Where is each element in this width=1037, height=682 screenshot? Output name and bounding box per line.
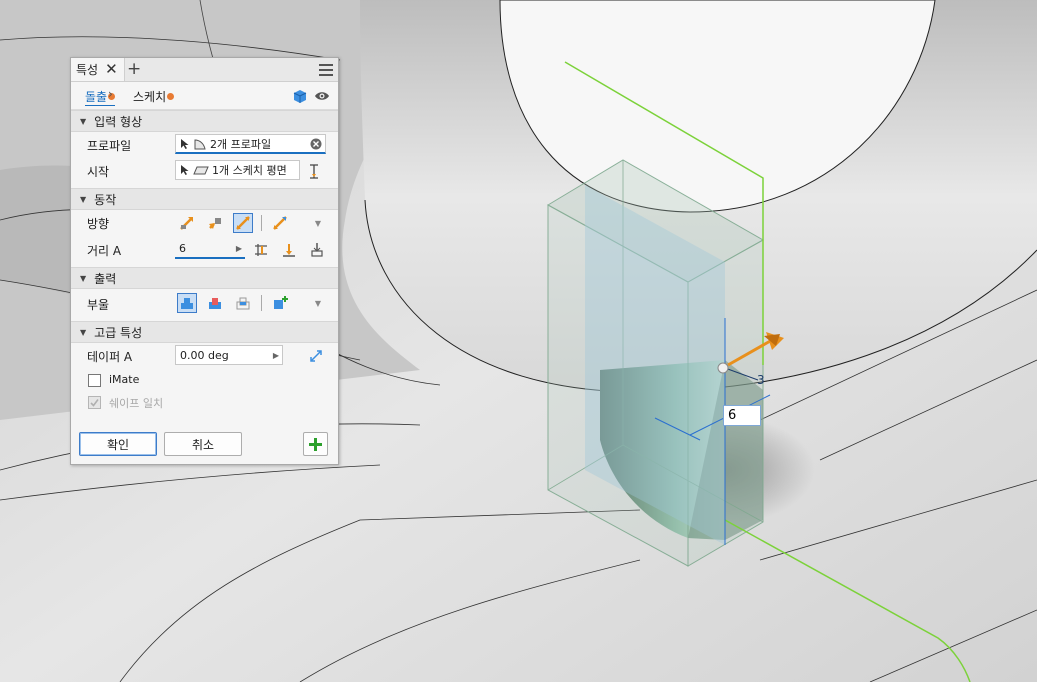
shape-match-row: 쉐이프 일치 (71, 391, 338, 413)
section-advanced[interactable]: ▼ 고급 특성 (71, 321, 338, 343)
panel-buttons: 확인 취소 (71, 430, 338, 460)
distance-input[interactable]: 6 ▶ (175, 239, 245, 259)
distance-label: 거리 A (87, 244, 122, 258)
boolean-options: ▼ (177, 293, 328, 313)
ok-button[interactable]: 확인 (79, 432, 157, 456)
profile-label: 프로파일 (87, 139, 132, 153)
flip-taper-icon[interactable] (309, 349, 323, 363)
profile-field[interactable]: 2개 프로파일 (175, 134, 326, 154)
separator (261, 295, 262, 311)
boolean-more-icon[interactable]: ▼ (308, 293, 328, 313)
direction-default-icon[interactable] (177, 213, 197, 233)
breadcrumb: 돌출 › 스케치 (71, 82, 338, 110)
breadcrumb-separator: › (108, 87, 113, 101)
cancel-button[interactable]: 취소 (164, 432, 242, 456)
start-field[interactable]: 1개 스케치 평면 (175, 160, 300, 180)
shape-match-checkbox[interactable] (88, 396, 101, 409)
profile-value: 2개 프로파일 (210, 137, 272, 151)
distance-row: 거리 A 6 ▶ (71, 237, 338, 263)
direction-options: ▼ (177, 213, 328, 233)
cube-icon[interactable] (292, 88, 308, 104)
direction-more-icon[interactable]: ▼ (308, 213, 328, 233)
separator (261, 215, 262, 231)
tab-label: 특성 (76, 63, 99, 77)
visibility-icon[interactable] (314, 90, 330, 102)
direction-asymmetric-icon[interactable] (270, 213, 290, 233)
panel-tabbar: 특성 ✕ + (71, 58, 338, 82)
join-icon[interactable] (177, 293, 197, 313)
boolean-row: 부울 ▼ (71, 289, 338, 319)
taper-input[interactable]: 0.00 deg ▶ (175, 345, 283, 365)
start-row: 시작 1개 스케치 평면 (71, 158, 338, 184)
profile-icon (194, 138, 206, 149)
collapse-icon: ▼ (80, 194, 87, 204)
add-tab-icon[interactable]: + (127, 60, 141, 78)
status-dot (167, 93, 175, 100)
section-input-geometry[interactable]: ▼ 입력 형상 (71, 110, 338, 132)
extent-distance-icon[interactable] (251, 240, 271, 260)
direction-row: 방향 ▼ (71, 210, 338, 237)
apply-add-button[interactable] (303, 432, 328, 456)
breadcrumb-sketch[interactable]: 스케치 (133, 88, 175, 105)
collapse-icon: ▼ (80, 327, 87, 337)
distance-value: 6 (179, 241, 186, 255)
cursor-icon (181, 165, 189, 175)
extent-options (251, 240, 327, 260)
profile-row: 프로파일 2개 프로파일 (71, 132, 338, 158)
cursor-icon (181, 138, 189, 149)
direction-symmetric-icon[interactable] (233, 213, 253, 233)
collapse-icon: ▼ (80, 273, 87, 283)
start-label: 시작 (87, 165, 110, 179)
imate-checkbox[interactable] (88, 374, 101, 387)
dimension-input[interactable]: 6 (723, 405, 761, 426)
close-icon[interactable]: ✕ (105, 62, 118, 77)
section-behavior[interactable]: ▼ 동작 (71, 188, 338, 210)
imate-label: iMate (109, 373, 140, 386)
taper-row: 테이퍼 A 0.00 deg ▶ (71, 343, 338, 369)
dropdown-arrow-icon[interactable]: ▶ (236, 244, 242, 253)
plus-icon (309, 437, 322, 451)
plane-icon (193, 166, 209, 175)
new-solid-icon[interactable] (270, 293, 290, 313)
properties-panel: 특성 ✕ + 돌출 › 스케치 ▼ 입력 형상 프로파일 2개 프로파일 시작 1… (70, 57, 339, 465)
boolean-label: 부울 (87, 298, 110, 312)
cut-icon[interactable] (205, 293, 225, 313)
menu-icon[interactable] (319, 62, 333, 76)
dropdown-arrow-icon[interactable]: ▶ (273, 351, 279, 360)
taper-label: 테이퍼 A (87, 350, 133, 364)
manipulator-sphere[interactable] (717, 362, 729, 374)
extent-to-icon[interactable] (307, 240, 327, 260)
tab-properties[interactable]: 특성 ✕ (71, 58, 125, 81)
start-value: 1개 스케치 평면 (212, 164, 287, 177)
taper-value: 0.00 deg (180, 348, 229, 362)
imate-row: iMate (71, 369, 338, 391)
direction-flipped-icon[interactable] (205, 213, 225, 233)
offset-icon[interactable] (309, 164, 319, 179)
dimension-text: 3 (757, 373, 765, 387)
clear-icon[interactable] (310, 138, 322, 150)
intersect-icon[interactable] (233, 293, 253, 313)
extent-to-next-icon[interactable] (279, 240, 299, 260)
direction-label: 방향 (87, 217, 110, 231)
collapse-icon: ▼ (80, 116, 87, 126)
section-output[interactable]: ▼ 출력 (71, 267, 338, 289)
shape-match-label: 쉐이프 일치 (109, 397, 164, 410)
